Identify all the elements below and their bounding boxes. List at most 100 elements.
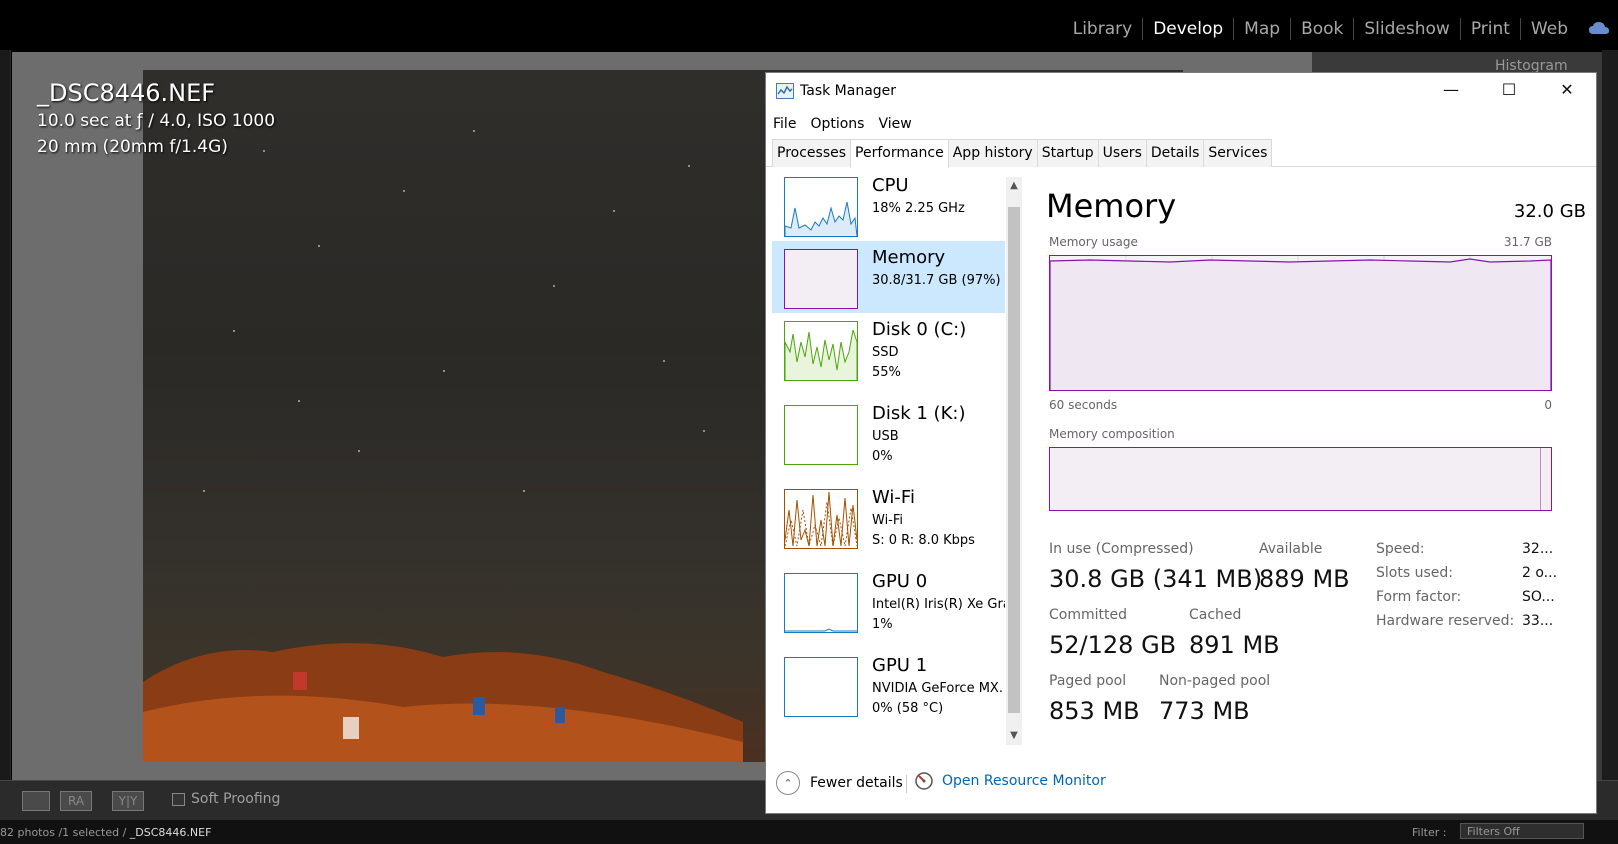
non-paged-pool-label: Non-paged pool [1159,673,1271,689]
tab-performance[interactable]: Performance [850,139,949,168]
module-map[interactable]: Map [1233,18,1290,40]
lightroom-top-bar: Library Develop Map Book Slideshow Print… [0,0,1618,50]
tab-app-history[interactable]: App history [947,139,1038,167]
resource-detail: 18% 2.25 GHz [872,201,965,216]
speed-value: 32... [1522,541,1554,557]
menu-view[interactable]: View [871,111,918,137]
resource-disk-0[interactable]: Disk 0 (C:) SSD 55% [772,313,1005,385]
menu-bar: File Options View [766,111,919,137]
soft-proofing-label: Soft Proofing [191,791,281,807]
composition-divider [1540,448,1541,510]
resource-monitor-icon [915,772,933,790]
resource-detail: Intel(R) Iris(R) Xe Gra [872,597,1005,612]
slots-used-label: Slots used: [1376,565,1453,581]
resource-usage: 1% [872,617,893,632]
resource-usage: S: 0 R: 8.0 Kbps [872,533,975,548]
module-book[interactable]: Book [1290,18,1353,40]
usage-graph-label: Memory usage [1049,235,1138,249]
speed-label: Speed: [1376,541,1425,557]
scroll-down-icon[interactable]: ▼ [1006,727,1022,745]
available-value: 889 MB [1259,565,1350,593]
resource-detail: 30.8/31.7 GB (97%) [872,273,1001,288]
before-after-split-button[interactable]: Y|Y [112,791,144,811]
cached-label: Cached [1189,607,1242,623]
minimize-button[interactable]: — [1422,73,1480,107]
resource-disk-1[interactable]: Disk 1 (K:) USB 0% [772,397,1005,469]
scroll-up-icon[interactable]: ▲ [1006,177,1022,195]
loupe-view-button[interactable] [22,791,50,811]
graph-time-span: 60 seconds [1049,398,1118,412]
module-web[interactable]: Web [1519,18,1578,40]
menu-options[interactable]: Options [803,111,871,137]
in-use-label: In use (Compressed) [1049,541,1194,557]
soft-proofing-checkbox[interactable] [172,792,185,806]
resource-gpu-0[interactable]: GPU 0 Intel(R) Iris(R) Xe Gra 1% [772,565,1005,637]
resource-cpu[interactable]: CPU 18% 2.25 GHz [772,175,1005,241]
scrollbar-thumb[interactable] [1008,207,1020,713]
soft-proofing-toggle[interactable]: Soft Proofing [172,791,280,807]
tab-details[interactable]: Details [1145,139,1205,167]
resource-gpu-1[interactable]: GPU 1 NVIDIA GeForce MX. 0% (58 °C) [772,649,1005,721]
gpu-1-thumbnail-graph [784,657,858,717]
committed-label: Committed [1049,607,1127,623]
close-button[interactable]: ✕ [1538,73,1596,107]
paged-pool-label: Paged pool [1049,673,1127,689]
wifi-thumbnail-graph [784,489,858,549]
resource-usage: 0% (58 °C) [872,701,944,716]
composition-label: Memory composition [1049,427,1175,441]
filmstrip-bar: 82 photos /1 selected / _DSC8446.NEF Fil… [0,820,1618,844]
non-paged-pool-value: 773 MB [1159,697,1250,725]
maximize-button[interactable]: ☐ [1480,73,1538,107]
resource-memory[interactable]: Memory 30.8/31.7 GB (97%) [772,241,1005,313]
tab-users[interactable]: Users [1097,139,1147,167]
usage-graph-max: 31.7 GB [1503,235,1552,249]
cloud-sync-icon[interactable] [1588,20,1610,38]
right-panel-edge[interactable] [1602,50,1618,780]
filter-select[interactable]: Filters Off [1460,823,1584,839]
left-panel-collapsed[interactable] [0,50,11,780]
resource-name: Disk 0 (C:) [872,319,967,340]
fewer-details-button[interactable]: ⌃ Fewer details [776,771,903,795]
paged-pool-value: 853 MB [1049,697,1140,725]
photo-info-overlay: _DSC8446.NEF 10.0 sec at ƒ / 4.0, ISO 10… [37,78,275,160]
filmstrip-file[interactable]: _DSC8446.NEF [130,826,212,839]
module-slideshow[interactable]: Slideshow [1353,18,1459,40]
cached-value: 891 MB [1189,631,1280,659]
resource-list: CPU 18% 2.25 GHz Memory 30.8/31.7 GB (97… [772,175,1005,751]
filmstrip-status: 82 photos /1 selected / _DSC8446.NEF [0,826,211,839]
chevron-up-icon: ⌃ [776,771,800,795]
module-develop[interactable]: Develop [1142,18,1233,40]
resource-name: Memory [872,247,946,268]
module-print[interactable]: Print [1459,18,1520,40]
tab-services[interactable]: Services [1203,139,1273,167]
open-resource-monitor-label: Open Resource Monitor [942,773,1106,789]
memory-detail-panel: Memory 32.0 GB Memory usage 31.7 GB 60 s… [1046,173,1586,753]
detail-total: 32.0 GB [1513,201,1586,222]
cpu-thumbnail-graph [784,177,858,237]
disk-0-thumbnail-graph [784,321,858,381]
resource-name: Wi-Fi [872,487,915,508]
hardware-reserved-value: 33... [1522,613,1554,629]
task-manager-window: Task Manager — ☐ ✕ File Options View Pro… [765,72,1597,814]
menu-file[interactable]: File [766,111,803,137]
open-resource-monitor-link[interactable]: Open Resource Monitor [914,771,1106,791]
resource-usage: 0% [872,449,893,464]
photo-file-name: _DSC8446.NEF [37,79,216,107]
resource-name: Disk 1 (K:) [872,403,966,424]
photo-lens: 20 mm (20mm f/1.4G) [37,137,228,157]
window-title: Task Manager [800,83,897,99]
memory-thumbnail-graph [784,249,858,309]
tab-startup[interactable]: Startup [1036,139,1099,167]
tab-processes[interactable]: Processes [772,139,852,167]
disk-1-thumbnail-graph [784,405,858,465]
footer-bar: ⌃ Fewer details Open Resource Monitor [766,763,1596,803]
resource-wifi[interactable]: Wi-Fi Wi-Fi S: 0 R: 8.0 Kbps [772,481,1005,553]
resource-list-scrollbar[interactable]: ▲ ▼ [1006,177,1022,745]
memory-usage-graph [1049,255,1552,391]
resource-name: GPU 1 [872,655,928,676]
committed-value: 52/128 GB [1049,631,1177,659]
module-library[interactable]: Library [1063,18,1142,40]
module-picker: Library Develop Map Book Slideshow Print… [1063,18,1578,40]
title-bar[interactable]: Task Manager — ☐ ✕ [766,73,1596,111]
before-after-button[interactable]: RA [60,791,92,811]
